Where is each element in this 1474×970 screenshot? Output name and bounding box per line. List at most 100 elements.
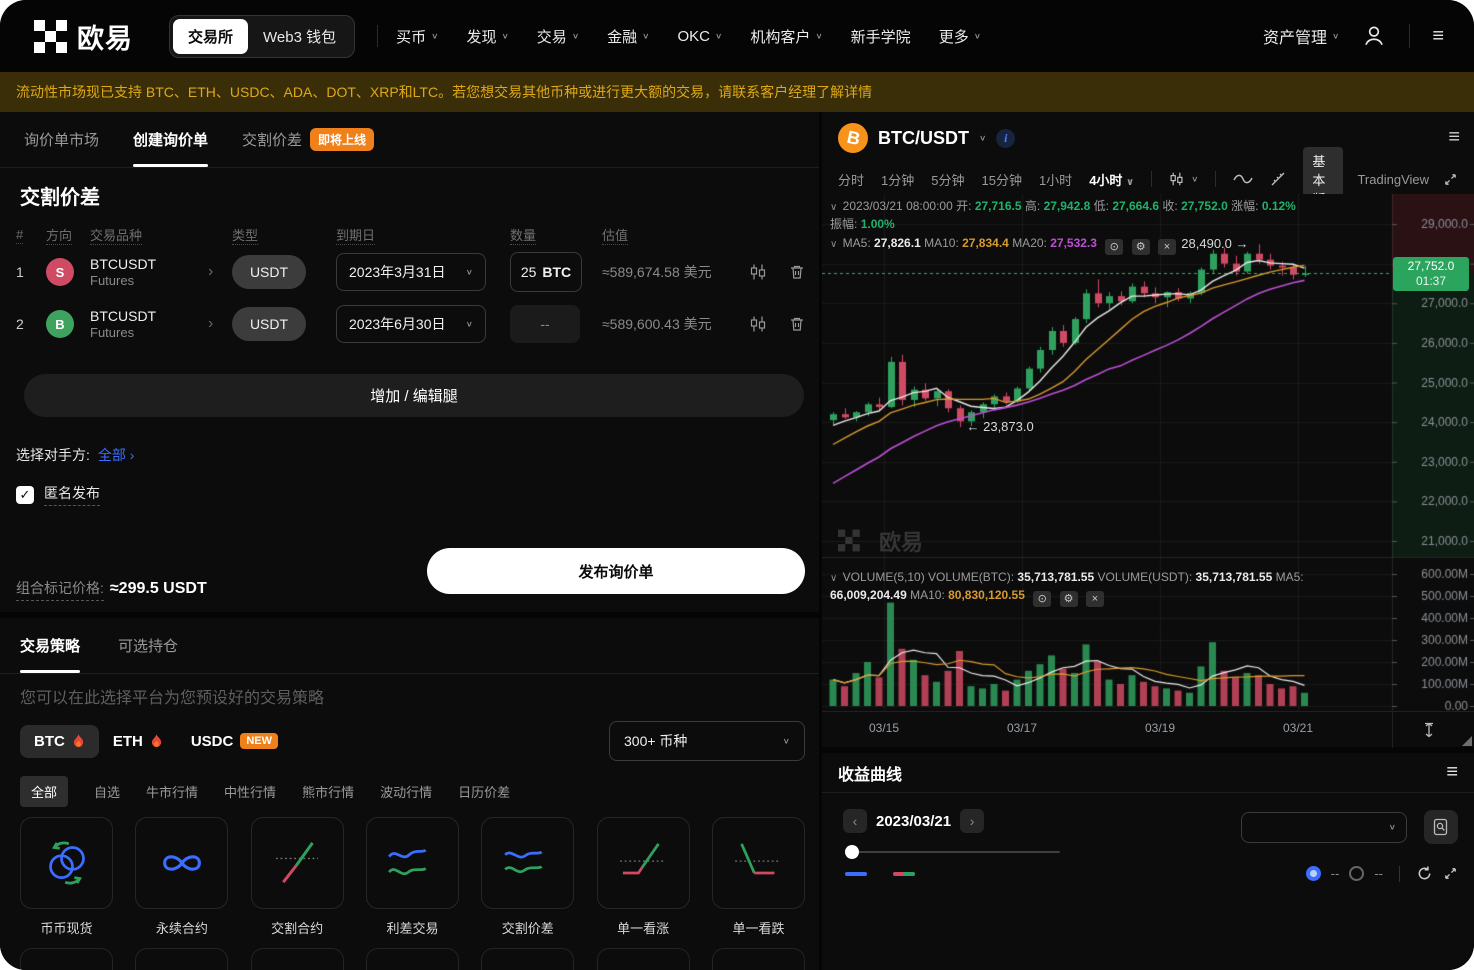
coin-tab-usdc[interactable]: USDCNEW	[177, 725, 292, 758]
profit-menu-icon[interactable]: ≡	[1446, 761, 1458, 784]
interval-4h-selected[interactable]: 4小时 ∨	[1089, 170, 1134, 189]
tab-create-rfq[interactable]: 创建询价单	[133, 112, 208, 167]
nav-item-trade[interactable]: 交易∨	[537, 26, 579, 47]
radio-unselected[interactable]	[1349, 866, 1364, 881]
prev-date-button[interactable]: ‹	[843, 809, 867, 833]
nav-item-assets[interactable]: 资产管理∨	[1263, 24, 1339, 48]
coin-tab-eth[interactable]: ETH	[99, 725, 177, 758]
strategy-card-spot[interactable]: 币币现货	[20, 817, 113, 937]
gear-icon[interactable]: ⚙	[1060, 591, 1078, 607]
strategy-card[interactable]	[712, 948, 805, 970]
close-icon[interactable]: ×	[1086, 591, 1104, 607]
strategy-card[interactable]	[20, 948, 113, 970]
toggle-exchange[interactable]: 交易所	[173, 19, 248, 54]
margin-type-pill[interactable]: USDT	[232, 307, 306, 341]
chevron-right-icon[interactable]: ›	[208, 263, 232, 281]
expiry-select[interactable]: 2023年3月31日∨	[336, 253, 486, 291]
chevron-right-icon[interactable]: ›	[208, 315, 232, 333]
anonymous-checkbox[interactable]: ✓	[16, 486, 34, 504]
strategy-card-futures[interactable]: 交割合约	[251, 817, 344, 937]
eye-icon[interactable]: ⊙	[1105, 239, 1123, 255]
fullscreen-icon[interactable]	[1443, 172, 1458, 187]
candlestick-chart[interactable]	[822, 194, 1474, 711]
chart-region: ∨ 2023/03/21 08:00:00 开: 27,716.5 高: 27,…	[822, 194, 1474, 711]
expand-icon[interactable]	[1443, 866, 1458, 881]
interval-5m[interactable]: 5分钟	[931, 170, 964, 189]
nav-item-finance[interactable]: 金融∨	[607, 26, 649, 47]
profit-dropdown[interactable]: ∨	[1241, 812, 1407, 843]
price-range-icon[interactable]	[1422, 721, 1436, 739]
radio-selected[interactable]	[1306, 866, 1321, 881]
nav-item-okc[interactable]: OKC∨	[677, 28, 722, 45]
tab-rfq-market[interactable]: 询价单市场	[24, 112, 99, 167]
chevron-down-icon: ∨	[466, 320, 473, 329]
chip-neutral-market[interactable]: 中性行情	[224, 782, 276, 801]
interval-1m[interactable]: 1分钟	[881, 170, 914, 189]
pair-name[interactable]: BTC/USDT	[878, 128, 969, 149]
nav-item-discover[interactable]: 发现∨	[466, 26, 508, 47]
mode-tradingview[interactable]: TradingView	[1357, 172, 1429, 187]
chip-volatile-market[interactable]: 波动行情	[380, 782, 432, 801]
strategy-card-futures-spread[interactable]: 交割价差	[481, 817, 574, 937]
interval-1h[interactable]: 1小时	[1039, 170, 1072, 189]
close-icon[interactable]: ×	[1158, 239, 1176, 255]
strategy-card-carry-trade[interactable]: 利差交易	[366, 817, 459, 937]
strategy-card-perpetual[interactable]: 永续合约	[135, 817, 228, 937]
chip-all[interactable]: 全部	[20, 776, 68, 807]
tab-trade-strategy[interactable]: 交易策略	[20, 618, 80, 673]
line-overlay-icon[interactable]	[1233, 172, 1253, 186]
candle-style-icon[interactable]	[1169, 172, 1184, 186]
strategy-card[interactable]	[366, 948, 459, 970]
delete-leg-icon[interactable]	[789, 264, 805, 280]
strategy-card[interactable]	[481, 948, 574, 970]
user-account-icon[interactable]	[1361, 23, 1387, 49]
coin-count-dropdown[interactable]: 300+ 币种∨	[609, 721, 805, 761]
okx-logo[interactable]: 欧易	[34, 17, 133, 56]
hamburger-menu-icon[interactable]: ≡	[1432, 25, 1444, 48]
interval-time[interactable]: 分时	[838, 170, 864, 189]
doc-search-button[interactable]	[1424, 810, 1458, 844]
chevron-down-icon[interactable]: ∨	[979, 134, 986, 143]
slider-thumb[interactable]	[845, 845, 859, 859]
chip-calendar-spread[interactable]: 日历价差	[458, 782, 510, 801]
refresh-icon[interactable]	[1416, 865, 1433, 882]
nav-item-institutional[interactable]: 机构客户∨	[750, 26, 822, 47]
tab-optional-positions[interactable]: 可选持仓	[118, 618, 178, 673]
nav-item-more[interactable]: 更多∨	[939, 26, 981, 47]
chevron-down-icon[interactable]: ∨	[1191, 175, 1198, 184]
chart-preview-icon[interactable]	[749, 264, 767, 280]
margin-type-pill[interactable]: USDT	[232, 255, 306, 289]
strategy-card[interactable]	[597, 948, 690, 970]
interval-15m[interactable]: 15分钟	[981, 170, 1021, 189]
eye-icon[interactable]: ⊙	[1033, 591, 1051, 607]
nav-item-buy[interactable]: 买币∨	[396, 26, 438, 47]
chip-bull-market[interactable]: 牛市行情	[146, 782, 198, 801]
nav-item-academy[interactable]: 新手学院	[851, 26, 911, 47]
quantity-input[interactable]: 25BTC	[510, 252, 582, 292]
add-edit-leg-button[interactable]: 增加 / 编辑腿	[24, 374, 804, 417]
announcement-banner[interactable]: 流动性市场现已支持 BTC、ETH、USDC、ADA、DOT、XRP和LTC。若…	[0, 72, 1474, 112]
coin-tab-btc[interactable]: BTC	[20, 725, 99, 758]
strategy-card-single-call[interactable]: 单一看涨	[597, 817, 690, 937]
delete-leg-icon[interactable]	[789, 316, 805, 332]
next-date-button[interactable]: ›	[960, 809, 984, 833]
resize-handle[interactable]	[1462, 736, 1472, 746]
info-icon[interactable]: i	[996, 129, 1015, 148]
chart-preview-icon[interactable]	[749, 316, 767, 332]
strategy-card[interactable]	[135, 948, 228, 970]
profit-time-slider[interactable]	[845, 845, 1060, 859]
expiry-select[interactable]: 2023年6月30日∨	[336, 305, 486, 343]
chip-bear-market[interactable]: 熊市行情	[302, 782, 354, 801]
drawing-tools-icon[interactable]	[1270, 171, 1286, 187]
gear-icon[interactable]: ⚙	[1132, 239, 1150, 255]
publish-rfq-button[interactable]: 发布询价单	[427, 548, 805, 594]
side-buy-badge: B	[46, 310, 74, 338]
chip-favorites[interactable]: 自选	[94, 782, 120, 801]
quantity-input[interactable]: --	[510, 305, 580, 343]
strategy-card-single-put[interactable]: 单一看跌	[712, 817, 805, 937]
counterparty-link[interactable]: 全部 ›	[98, 445, 135, 465]
strategy-card[interactable]	[251, 948, 344, 970]
toggle-web3-wallet[interactable]: Web3 钱包	[248, 19, 351, 54]
tab-futures-spread[interactable]: 交割价差即将上线	[242, 112, 374, 167]
chart-x-axis[interactable]: 03/15 03/17 03/19 03/21	[822, 711, 1474, 748]
